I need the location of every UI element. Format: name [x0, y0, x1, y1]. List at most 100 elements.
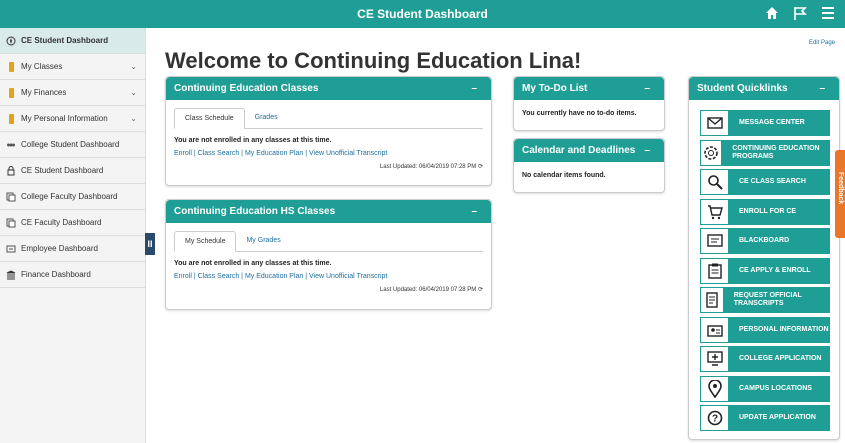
- sidebar-item-label: My Personal Information: [21, 114, 108, 123]
- empty-message: You are not enrolled in any classes at t…: [174, 137, 332, 144]
- last-updated: Last Updated: 06/04/2019 07:28 PM ⟳: [174, 163, 483, 170]
- calendar-header: Calendar and Deadlines –: [514, 139, 664, 162]
- sidebar-item-label: Employee Dashboard: [21, 244, 98, 253]
- quicklink-label: PERSONAL INFORMATION: [739, 325, 829, 333]
- sidebar-item-label: CE Faculty Dashboard: [21, 218, 102, 227]
- last-updated-text: Last Updated: 06/04/2019 07:28 PM: [379, 164, 477, 170]
- bank-icon: [6, 269, 16, 280]
- minimize-button[interactable]: –: [644, 83, 650, 94]
- sidebar-item-finance-dashboard[interactable]: Finance Dashboard: [0, 262, 145, 288]
- chevron-down-icon[interactable]: ⌄: [130, 62, 137, 71]
- sidebar-item-college-student-dashboard[interactable]: College Student Dashboard: [0, 132, 145, 158]
- class-links[interactable]: Enroll | Class Search | My Education Pla…: [174, 273, 483, 280]
- tab-class-schedule[interactable]: Class Schedule: [174, 108, 245, 129]
- panel-title: Continuing Education Classes: [174, 83, 319, 94]
- feedback-tab[interactable]: Feedback: [835, 150, 845, 238]
- quicklink-blackboard[interactable]: BLACKBOARD: [700, 228, 830, 254]
- quicklink-label: UPDATE APPLICATION: [739, 414, 816, 421]
- chevron-down-icon[interactable]: ⌄: [130, 88, 137, 97]
- tab-grades[interactable]: Grades: [245, 108, 288, 128]
- menu-icon[interactable]: [819, 4, 837, 22]
- sidebar-item-employee-dashboard[interactable]: Employee Dashboard: [0, 236, 145, 262]
- empty-message: You are not enrolled in any classes at t…: [174, 260, 332, 267]
- quicklink-ce-class-search[interactable]: CE CLASS SEARCH: [700, 169, 830, 195]
- tab-bar: My Schedule My Grades: [174, 231, 483, 252]
- ce-classes-header: Continuing Education Classes –: [166, 77, 491, 100]
- faculty-icon: [6, 218, 16, 228]
- sidebar-item-my-personal-information[interactable]: My Personal Information ⌄: [0, 106, 145, 132]
- quicklinks-panel: Student Quicklinks – MESSAGE CENTER CONTI…: [688, 76, 840, 440]
- quicklink-ce-apply-enroll[interactable]: CE APPLY & ENROLL: [700, 257, 830, 284]
- edit-page-link[interactable]: Edit Page: [809, 40, 835, 46]
- tab-my-grades[interactable]: My Grades: [236, 231, 290, 251]
- sidebar-item-label: CE Student Dashboard: [21, 166, 104, 175]
- sidebar: CE Student Dashboard My Classes ⌄ My Financ…: [0, 28, 146, 443]
- quicklinks-header: Student Quicklinks –: [689, 77, 839, 100]
- tab-bar: Class Schedule Grades: [174, 108, 483, 129]
- minimize-button[interactable]: –: [644, 145, 650, 156]
- empty-message: You currently have no to-do items.: [522, 110, 637, 117]
- quicklink-label: REQUEST OFFICIAL TRANSCRIPTS: [733, 292, 802, 307]
- class-links[interactable]: Enroll | Class Search | My Education Pla…: [174, 150, 483, 157]
- minimize-button[interactable]: –: [471, 206, 477, 217]
- quicklink-label: ENROLL FOR CE: [739, 207, 797, 215]
- minimize-button[interactable]: –: [819, 83, 825, 94]
- home-icon[interactable]: [763, 4, 781, 22]
- quicklink-college-application[interactable]: COLLEGE APPLICATION: [700, 346, 830, 372]
- quicklink-label: MESSAGE CENTER: [739, 119, 805, 126]
- hs-classes-panel: Continuing Education HS Classes – My Sch…: [165, 199, 492, 310]
- transcript-icon: [700, 287, 724, 313]
- question-icon: ?: [700, 405, 729, 431]
- refresh-icon[interactable]: ⟳: [478, 287, 483, 293]
- quicklink-label: CE CLASS SEARCH: [739, 178, 806, 185]
- quicklink-personal-information[interactable]: PERSONAL INFORMATION: [700, 316, 830, 343]
- compass-icon: [6, 36, 16, 46]
- refresh-icon[interactable]: ⟳: [478, 164, 483, 170]
- header-actions: [763, 4, 837, 22]
- sidebar-item-my-classes[interactable]: My Classes ⌄: [0, 54, 145, 80]
- quicklink-request-official-transcripts[interactable]: REQUEST OFFICIAL TRANSCRIPTS: [700, 287, 830, 313]
- employee-icon: [6, 244, 16, 254]
- svg-text:?: ?: [711, 414, 717, 425]
- monitor-icon: [700, 346, 729, 372]
- last-updated: Last Updated: 06/04/2019 07:28 PM ⟳: [174, 286, 483, 293]
- sidebar-item-college-faculty-dashboard[interactable]: College Faculty Dashboard: [0, 184, 145, 210]
- students-icon: [6, 140, 16, 150]
- gear-icon: [700, 139, 723, 166]
- sidebar-item-ce-student-dashboard[interactable]: CE Student Dashboard: [0, 158, 145, 184]
- last-updated-text: Last Updated: 06/04/2019 07:28 PM: [379, 287, 477, 293]
- magnifier-icon: [700, 169, 729, 195]
- panel-title: Continuing Education HS Classes: [174, 206, 336, 217]
- page-title: CE Student Dashboard: [357, 7, 488, 21]
- quicklink-label: CAMPUS LOCATIONS: [739, 384, 812, 392]
- quicklink-continuing-education-programs[interactable]: CONTINUING EDUCATION PROGRAMS: [700, 139, 830, 166]
- sidebar-item-label: College Student Dashboard: [21, 140, 120, 149]
- tab-my-schedule[interactable]: My Schedule: [174, 231, 237, 252]
- hs-classes-header: Continuing Education HS Classes –: [166, 200, 491, 223]
- sidebar-item-ce-faculty-dashboard[interactable]: CE Faculty Dashboard: [0, 210, 145, 236]
- quicklink-label: CE APPLY & ENROLL: [739, 266, 811, 274]
- quicklink-message-center[interactable]: MESSAGE CENTER: [700, 110, 830, 136]
- sidebar-item-label: My Classes: [21, 62, 63, 71]
- chevron-down-icon[interactable]: ⌄: [130, 114, 137, 123]
- quicklink-update-application[interactable]: ? UPDATE APPLICATION: [700, 405, 830, 431]
- folder-icon: [6, 61, 16, 72]
- quicklink-campus-locations[interactable]: CAMPUS LOCATIONS: [700, 375, 830, 402]
- minimize-button[interactable]: –: [471, 83, 477, 94]
- flag-icon[interactable]: [791, 4, 809, 22]
- ce-classes-panel: Continuing Education Classes – Class Sch…: [165, 76, 492, 186]
- sidebar-item-ce-student-dashboard[interactable]: CE Student Dashboard: [0, 28, 145, 54]
- quicklink-enroll-for-ce[interactable]: ENROLL FOR CE: [700, 198, 830, 225]
- map-pin-icon: [700, 375, 729, 402]
- collapse-sidebar-button[interactable]: II: [145, 233, 155, 255]
- envelope-icon: [700, 110, 729, 136]
- welcome-heading: Welcome to Continuing Education Lina!: [165, 48, 582, 73]
- todo-header: My To-Do List –: [514, 77, 664, 100]
- empty-message: No calendar items found.: [522, 172, 606, 179]
- faculty-icon: [6, 192, 16, 202]
- panel-title: Student Quicklinks: [697, 83, 788, 94]
- sidebar-item-label: CE Student Dashboard: [21, 36, 109, 45]
- lock-icon: [6, 165, 16, 176]
- sidebar-item-my-finances[interactable]: My Finances ⌄: [0, 80, 145, 106]
- top-bar: CE Student Dashboard: [0, 0, 845, 28]
